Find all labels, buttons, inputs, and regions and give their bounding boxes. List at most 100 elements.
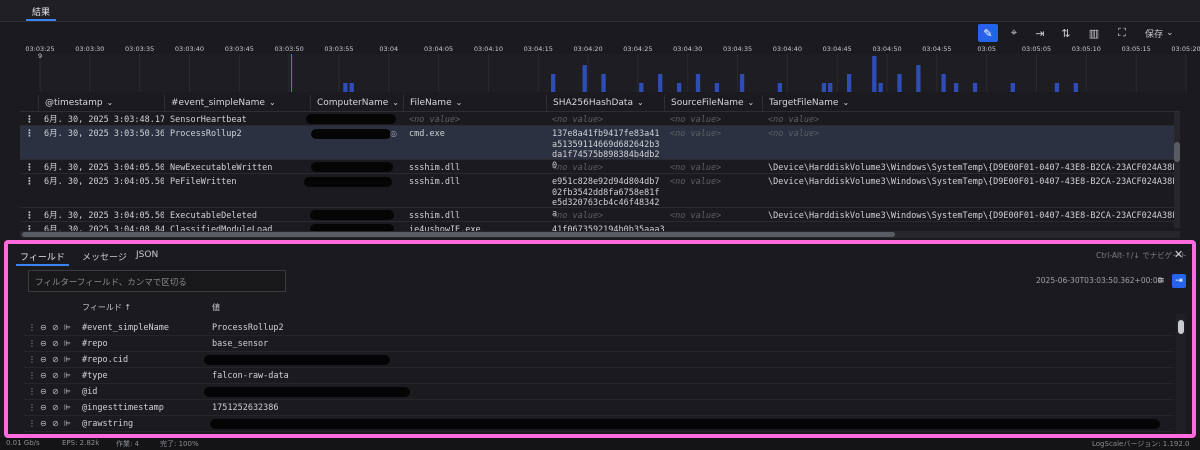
results-table: @timestamp ⌄ #event_simpleName ⌄ ComputerN… xyxy=(20,95,1180,231)
scrollbar-thumb[interactable] xyxy=(22,232,895,237)
field-row[interactable]: ⋮ ⊖ ⊘ ⊫ @id xyxy=(24,384,1174,400)
fullscreen-icon[interactable]: ⛶ xyxy=(1112,24,1132,42)
scrollbar-thumb[interactable] xyxy=(1178,320,1184,334)
field-row[interactable]: ⋮ ⊖ ⊘ ⊫ @ingesttimestamp 1751252632386 xyxy=(24,400,1174,416)
wrap-lines-icon[interactable]: ⇥ xyxy=(1030,24,1050,42)
tab-message[interactable]: メッセージ xyxy=(78,248,131,266)
chevron-down-icon: ⌄ xyxy=(392,98,399,107)
histogram-bar xyxy=(658,74,663,92)
filter-value-icon[interactable]: ⊘ xyxy=(52,387,59,396)
histogram-tick-label: 03:03:30 xyxy=(75,45,104,53)
add-column-icon[interactable]: ⊫ xyxy=(64,355,71,364)
row-menu-icon[interactable]: ⋮ xyxy=(28,387,36,396)
event-histogram[interactable]: 03:03:25 03:03:30 03:03:35 03:03:40 03:03:45… xyxy=(0,44,1200,94)
eps: EPS: 2.82k xyxy=(62,439,100,447)
results-tab-bar: 結果 xyxy=(0,0,1200,22)
exclude-icon[interactable]: ⊖ xyxy=(40,355,47,364)
field-name: #repo xyxy=(82,339,108,349)
wrap-icon[interactable]: ⇥ xyxy=(1172,274,1186,288)
filter-value-icon[interactable]: ⊘ xyxy=(52,355,59,364)
field-value: ProcessRollup2 xyxy=(212,323,284,333)
exclude-icon[interactable]: ⊖ xyxy=(40,419,47,428)
copy-icon[interactable]: ◎ xyxy=(390,129,397,138)
sort-icon[interactable]: ⇅ xyxy=(1056,24,1076,42)
table-row[interactable]: ⋮ 6月. 30, 2025 3:04:05.509 PeFileWritten… xyxy=(20,174,1180,219)
histogram-bar xyxy=(349,83,354,92)
chevron-down-icon: ⌄ xyxy=(842,98,850,107)
tab-json[interactable]: JSON xyxy=(132,248,162,266)
field-row[interactable]: ⋮ ⊖ ⊘ ⊫ #repo.cid xyxy=(24,352,1174,368)
add-column-icon[interactable]: ⊫ xyxy=(64,403,71,412)
chevron-down-icon: ⌄ xyxy=(1166,28,1174,38)
columns-icon[interactable]: ▥ xyxy=(1084,24,1104,42)
redacted-computer-name xyxy=(310,224,394,231)
column-header-filename[interactable]: FileName ⌄ xyxy=(403,95,546,112)
filter-fields-input[interactable]: フィルターフィールド、カンマで区切る xyxy=(28,270,286,292)
add-column-icon[interactable]: ⊫ xyxy=(64,339,71,348)
exclude-icon[interactable]: ⊖ xyxy=(40,371,47,380)
field-name: @rawstring xyxy=(82,419,134,429)
table-row[interactable]: ⋮ 6月. 30, 2025 3:04:05.509 NewExecutable… xyxy=(20,160,1180,174)
add-column-icon[interactable]: ⊫ xyxy=(64,323,71,332)
filter-value-icon[interactable]: ⊘ xyxy=(52,419,59,428)
histogram-bar xyxy=(639,83,644,92)
scrollbar-thumb[interactable] xyxy=(1174,142,1180,162)
table-row[interactable]: ⋮ 6月. 30, 2025 3:04:05.509 ExecutableDel… xyxy=(20,208,1180,222)
field-column-header[interactable]: フィールド ↑ xyxy=(82,302,131,313)
row-menu-icon[interactable]: ⋮ xyxy=(28,339,36,348)
table-vertical-scrollbar[interactable] xyxy=(1174,112,1180,228)
row-menu-icon[interactable]: ⋮ xyxy=(28,419,36,428)
field-row[interactable]: ⋮ ⊖ ⊘ ⊫ #event_simpleName ProcessRollup2 xyxy=(24,320,1174,336)
row-menu-icon[interactable]: ⋮ xyxy=(25,163,34,173)
cell-target: <no value> xyxy=(768,129,820,139)
row-menu-icon[interactable]: ⋮ xyxy=(28,403,36,412)
exclude-icon[interactable]: ⊖ xyxy=(40,339,47,348)
table-row[interactable]: ⋮ 6月. 30, 2025 3:03:48.175 SensorHeartbe… xyxy=(20,112,1180,126)
row-menu-icon[interactable]: ⋮ xyxy=(25,177,34,187)
event-details-panel: フィールド メッセージ JSON Ctrl-Alt-↑/↓ でナビゲート ✕ フ… xyxy=(4,240,1196,438)
histogram-tick-label: 03:04:15 xyxy=(524,45,553,53)
version: LogScaleバージョン: 1.192.0 xyxy=(1092,440,1190,448)
column-header-computer[interactable]: ComputerName ⌄ xyxy=(310,95,403,112)
add-column-icon[interactable]: ⊫ xyxy=(64,387,71,396)
column-header-source[interactable]: SourceFileName ⌄ xyxy=(664,95,762,112)
add-column-icon[interactable]: ⊫ xyxy=(64,419,71,428)
tab-fields[interactable]: フィールド xyxy=(16,248,69,266)
row-menu-icon[interactable]: ⋮ xyxy=(25,129,34,139)
completion: 完了: 100% xyxy=(160,440,199,448)
column-header-event[interactable]: #event_simpleName ⌄ xyxy=(164,95,310,112)
save-button[interactable]: 保存 ⌄ xyxy=(1145,25,1195,41)
table-horizontal-scrollbar[interactable] xyxy=(20,231,1180,238)
close-icon[interactable]: ✕ xyxy=(1174,248,1183,261)
column-header-sha256[interactable]: SHA256HashData ⌄ xyxy=(546,95,664,112)
fields-vertical-scrollbar[interactable] xyxy=(1176,314,1186,434)
histogram-tick-label: 03:04:55 xyxy=(922,45,951,53)
add-column-icon[interactable]: ⊫ xyxy=(64,371,71,380)
column-header-timestamp[interactable]: @timestamp ⌄ xyxy=(38,95,164,112)
exclude-icon[interactable]: ⊖ xyxy=(40,403,47,412)
row-menu-icon[interactable]: ⋮ xyxy=(25,115,34,125)
row-menu-icon[interactable]: ⋮ xyxy=(28,323,36,332)
field-row[interactable]: ⋮ ⊖ ⊘ ⊫ #type falcon-raw-data xyxy=(24,368,1174,384)
exclude-icon[interactable]: ⊖ xyxy=(40,323,47,332)
filter-value-icon[interactable]: ⊘ xyxy=(52,339,59,348)
value-column-header[interactable]: 値 xyxy=(212,302,220,313)
row-menu-icon[interactable]: ⋮ xyxy=(25,211,34,221)
edit-icon[interactable]: ✎ xyxy=(978,24,998,42)
filter-value-icon[interactable]: ⊘ xyxy=(52,323,59,332)
row-menu-icon[interactable]: ⋮ xyxy=(28,371,36,380)
field-row[interactable]: ⋮ ⊖ ⊘ ⊫ #repo base_sensor xyxy=(24,336,1174,352)
crosshair-icon[interactable]: ⌖ xyxy=(1004,24,1024,42)
column-header-target[interactable]: TargetFileName ⌄ xyxy=(762,95,1180,112)
row-menu-icon[interactable]: ⋮ xyxy=(28,355,36,364)
histogram-y-label: 9 xyxy=(38,52,42,60)
cell-sha256: <no value> xyxy=(552,163,604,173)
filter-value-icon[interactable]: ⊘ xyxy=(52,371,59,380)
table-row[interactable]: ⋮ 6月. 30, 2025 3:04:08.841 ClassifiedMod… xyxy=(20,222,1180,231)
tab-results[interactable]: 結果 xyxy=(26,0,57,21)
filter-value-icon[interactable]: ⊘ xyxy=(52,403,59,412)
filter-icon[interactable]: ≡ xyxy=(1154,274,1168,288)
exclude-icon[interactable]: ⊖ xyxy=(40,387,47,396)
field-row[interactable]: ⋮ ⊖ ⊘ ⊫ @rawstring xyxy=(24,416,1174,432)
table-row-selected[interactable]: ⋮ 6月. 30, 2025 3:03:50.362 ProcessRollup… xyxy=(20,126,1180,171)
